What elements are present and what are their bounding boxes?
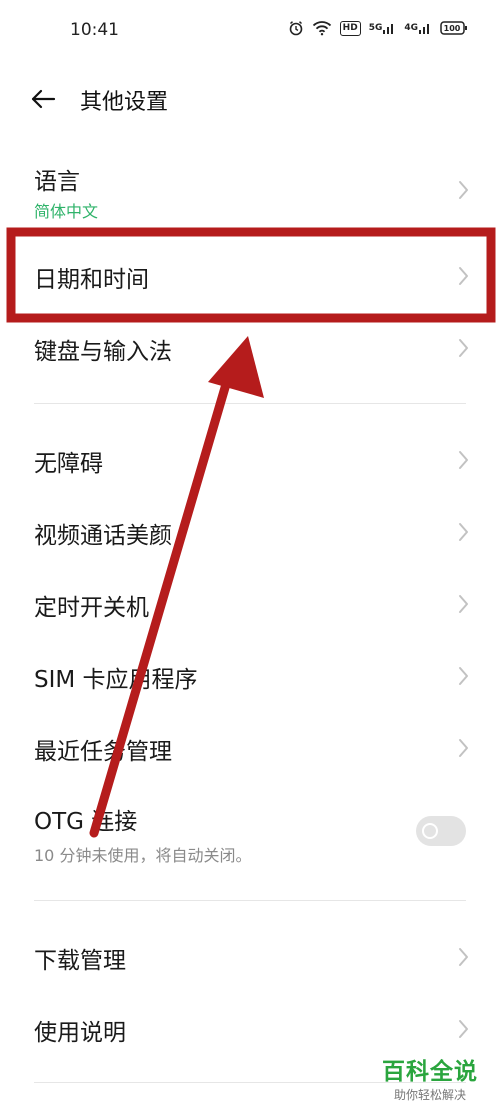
- item-label: 使用说明: [34, 1020, 126, 1046]
- chevron-right-icon: [459, 1020, 468, 1038]
- item-label: 键盘与输入法: [34, 339, 172, 365]
- item-label: 定时开关机: [34, 595, 149, 621]
- watermark-subtitle: 助你轻松解决: [393, 1088, 466, 1102]
- otg-toggle[interactable]: [416, 816, 466, 846]
- settings-item-recent-tasks[interactable]: 最近任务管理: [0, 712, 500, 784]
- toggle-knob: [422, 823, 438, 839]
- item-sublabel: 10 分钟未使用，将自动关闭。: [34, 846, 252, 865]
- signal-4g-label: 4G: [404, 23, 418, 33]
- alarm-icon: [288, 20, 304, 36]
- settings-item-keyboard[interactable]: 键盘与输入法: [0, 312, 500, 384]
- item-label: 最近任务管理: [34, 739, 172, 765]
- item-label: 日期和时间: [34, 267, 149, 293]
- settings-item-language[interactable]: 语言 简体中文: [0, 150, 500, 230]
- chevron-right-icon: [459, 339, 468, 357]
- battery-icon: 100: [440, 20, 468, 36]
- item-label: OTG 连接: [34, 809, 138, 835]
- chevron-right-icon: [459, 948, 468, 966]
- section-divider: [34, 403, 466, 404]
- chevron-right-icon: [459, 739, 468, 757]
- settings-item-downloads[interactable]: 下载管理: [0, 921, 500, 993]
- watermark: 百科全说 助你轻松解决: [374, 1052, 486, 1103]
- status-icons: HD 5G 4G 100: [288, 20, 468, 36]
- status-time: 10:41: [70, 20, 119, 40]
- settings-item-sim-apps[interactable]: SIM 卡应用程序: [0, 640, 500, 712]
- chevron-right-icon: [459, 267, 468, 285]
- battery-level: 100: [443, 23, 461, 33]
- chevron-right-icon: [459, 451, 468, 469]
- item-sublabel: 简体中文: [34, 202, 99, 221]
- settings-item-scheduled-power[interactable]: 定时开关机: [0, 568, 500, 640]
- settings-item-video-beauty[interactable]: 视频通话美颜: [0, 496, 500, 568]
- page-title: 其他设置: [80, 90, 169, 115]
- signal-5g-icon: 5G: [369, 21, 397, 35]
- section-divider: [34, 900, 466, 901]
- signal-4g-icon: 4G: [404, 21, 432, 35]
- chevron-right-icon: [459, 667, 468, 685]
- chevron-right-icon: [459, 181, 468, 199]
- watermark-title: 百科全说: [382, 1059, 478, 1085]
- status-bar: 10:41 HD 5G 4G 100: [0, 0, 500, 62]
- item-label: 无障碍: [34, 451, 103, 477]
- wifi-icon: [312, 20, 332, 36]
- chevron-right-icon: [459, 595, 468, 613]
- header: 其他设置: [0, 72, 500, 128]
- back-arrow-icon[interactable]: [30, 86, 56, 112]
- settings-item-otg: OTG 连接 10 分钟未使用，将自动关闭。: [0, 790, 500, 880]
- settings-item-accessibility[interactable]: 无障碍: [0, 424, 500, 496]
- item-label: SIM 卡应用程序: [34, 667, 198, 693]
- item-label: 视频通话美颜: [34, 523, 172, 549]
- chevron-right-icon: [459, 523, 468, 541]
- item-label: 语言: [34, 169, 80, 195]
- signal-5g-label: 5G: [368, 23, 383, 33]
- settings-item-date-time[interactable]: 日期和时间: [0, 240, 500, 312]
- item-label: 下载管理: [34, 948, 126, 974]
- hd-icon: HD: [339, 20, 361, 36]
